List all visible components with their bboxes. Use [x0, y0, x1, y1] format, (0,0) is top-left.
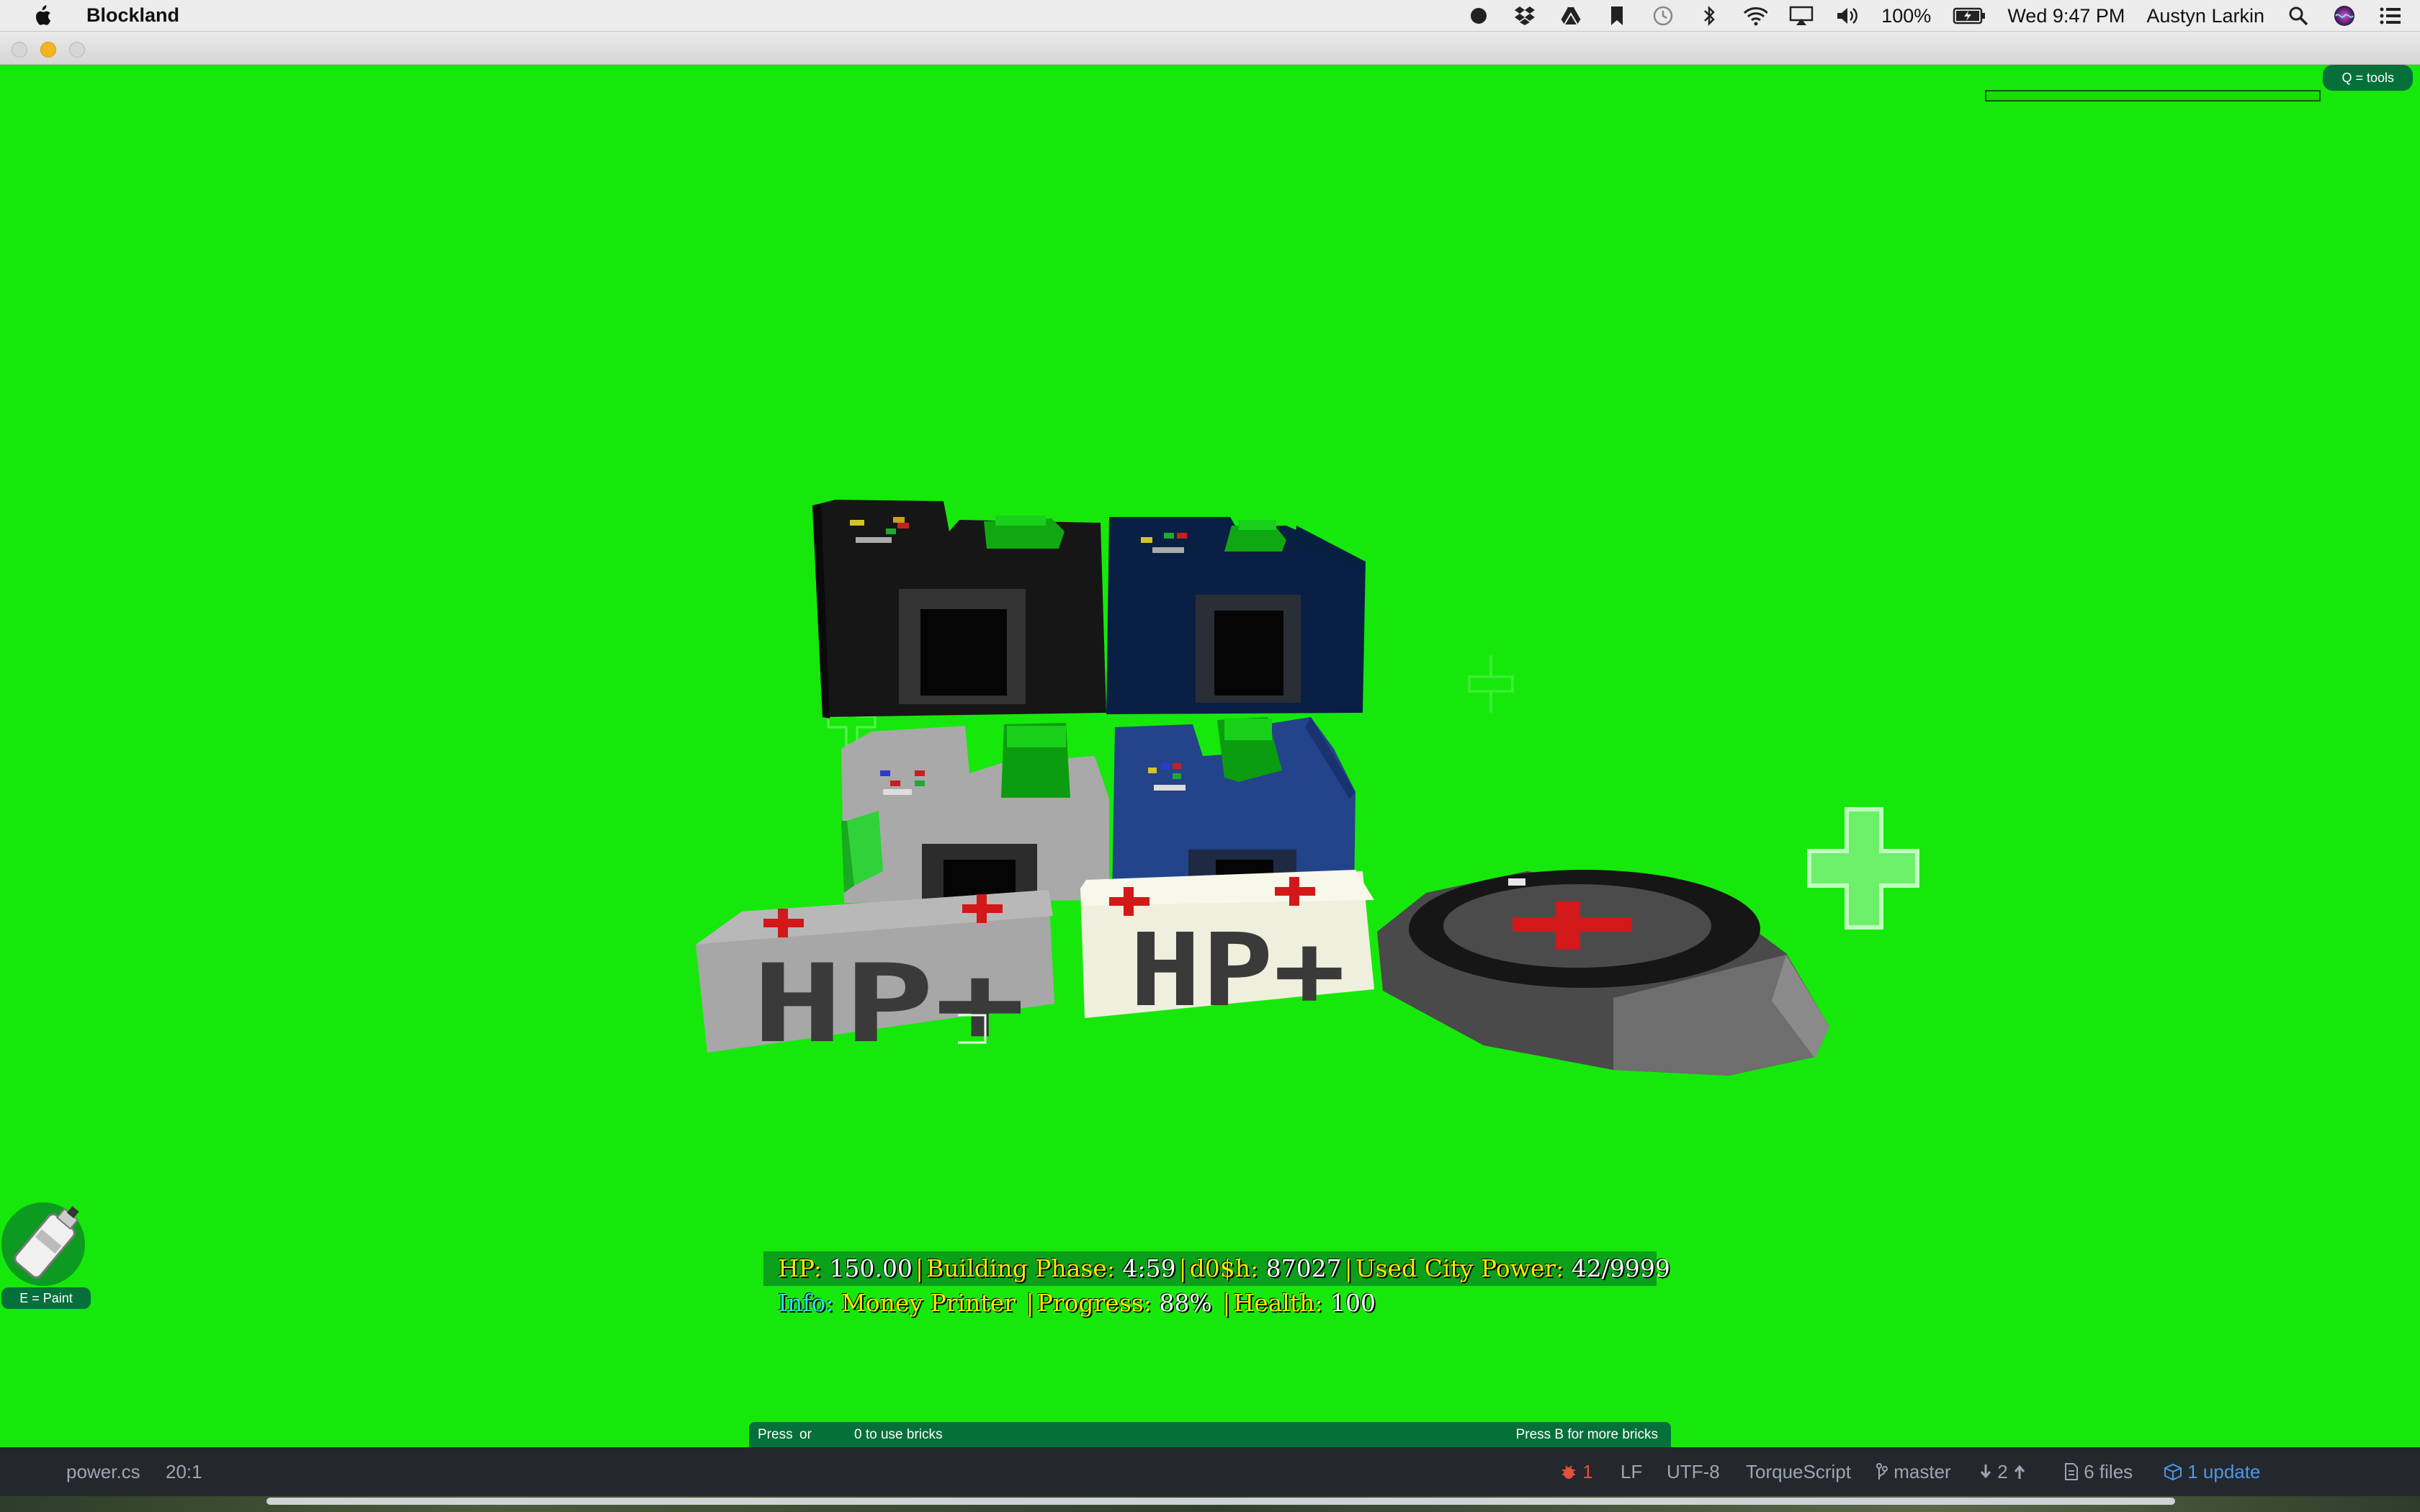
status-updates-label: 1 update [2187, 1461, 2261, 1482]
time-machine-icon[interactable] [1651, 4, 1675, 28]
package-icon [2164, 1463, 2182, 1481]
hud-hp-value: 150.00 [829, 1254, 913, 1282]
siri-icon[interactable] [2332, 4, 2357, 28]
ghost-plus-icon [1468, 655, 1514, 713]
spotlight-icon[interactable] [2286, 4, 2311, 28]
minimize-window-button[interactable] [40, 42, 56, 58]
game-viewport[interactable]: Q = tools HP+ HP+ E = Paint HP: 150.00 |… [0, 65, 2420, 1447]
hud-power-value: 42/9999 [1571, 1254, 1670, 1282]
hud-power-label: Used City Power: [1355, 1254, 1564, 1282]
silver-money-printer [841, 723, 1109, 903]
status-files-count: 6 files [2084, 1461, 2133, 1482]
navy-money-printer [1106, 517, 1366, 714]
status-issues[interactable]: 1 [1560, 1461, 1593, 1483]
hp-box-grey-label: HP+ [752, 942, 1026, 1067]
editor-status-bar: power.cs 20:1 1 LF UTF-8 TorqueScript ma… [0, 1447, 2420, 1496]
hud-info-label: Info: [778, 1289, 834, 1317]
git-branch-icon [1876, 1463, 1888, 1480]
status-updates[interactable]: 1 update [2164, 1461, 2260, 1483]
notification-center-icon[interactable] [2378, 4, 2403, 28]
paint-can-icon[interactable] [0, 1194, 92, 1302]
menu-user[interactable]: Austyn Larkin [2146, 5, 2264, 27]
health-pad [1377, 870, 1829, 1076]
hud-hp-label: HP: [778, 1254, 822, 1282]
file-icon [2065, 1463, 2078, 1480]
game-scene: HP+ HP+ [696, 500, 1919, 1076]
drive-icon[interactable] [1559, 4, 1583, 28]
record-icon[interactable] [1466, 4, 1491, 28]
brick-bar-press: Press [758, 1427, 793, 1442]
status-issue-count: 1 [1582, 1461, 1593, 1482]
volume-icon[interactable] [1835, 4, 1860, 28]
status-branch-name: master [1894, 1461, 1951, 1482]
apple-menu-icon[interactable] [26, 0, 58, 32]
arrow-up-icon [2014, 1464, 2025, 1479]
hud-info-line: Info: Money Printer | Progress: 88% | Heal… [778, 1289, 1376, 1317]
hud-phase-value: 4:59 [1122, 1254, 1176, 1282]
black-money-printer [812, 500, 1106, 719]
hp-box-cream: HP+ [1080, 870, 1374, 1030]
hud-money-value: 87027 [1265, 1254, 1342, 1282]
status-files[interactable]: 6 files [2064, 1461, 2133, 1483]
battery-icon[interactable] [1953, 4, 1986, 28]
menu-bar: Blockland 100% Wed 9:47 PM Austyn Larkin [0, 0, 2420, 32]
horizontal-scrollbar[interactable] [266, 1498, 2175, 1505]
menu-clock[interactable]: Wed 9:47 PM [2007, 5, 2125, 27]
brick-bar-more: Press B for more bricks [1515, 1427, 1658, 1442]
hud-phase-label: Building Phase: [926, 1254, 1115, 1282]
status-encoding[interactable]: UTF-8 [1667, 1461, 1720, 1483]
bug-icon [1562, 1465, 1575, 1479]
wifi-icon[interactable] [1743, 4, 1768, 28]
status-sync[interactable]: 2 [1979, 1461, 2026, 1483]
hp-box-cream-label: HP+ [1129, 912, 1345, 1030]
app-name[interactable]: Blockland [86, 4, 179, 27]
brick-hint-bar: Press or 0 to use bricks Press B for mor… [749, 1422, 1671, 1447]
hud-progress-value: 88% [1159, 1289, 1212, 1317]
hp-box-grey: HP+ [696, 890, 1054, 1067]
hud-stats-line: HP: 150.00 | Building Phase: 4:59 | d0$h: 87… [763, 1251, 1670, 1286]
status-line-ending[interactable]: LF [1621, 1461, 1642, 1483]
hud-info-value: Money Printer [841, 1289, 1016, 1317]
game-hud: HP: 150.00 | Building Phase: 4:59 | d0$h: 87… [763, 1251, 1670, 1320]
brick-bar-use: 0 to use bricks [854, 1427, 943, 1442]
hud-health-value: 100 [1330, 1289, 1376, 1317]
hud-health-label: Health: [1233, 1289, 1323, 1317]
zoom-window-button[interactable] [69, 42, 85, 58]
bookmark-icon[interactable] [1605, 4, 1629, 28]
health-plus-icon [1807, 807, 1919, 930]
status-cursor-position[interactable]: 20:1 [166, 1461, 202, 1483]
paint-hint-badge: E = Paint [1, 1287, 91, 1309]
status-branch[interactable]: master [1876, 1461, 1951, 1483]
brick-bar-or: or [799, 1427, 812, 1442]
status-file-name[interactable]: power.cs [66, 1461, 140, 1483]
hud-money-label: d0$h: [1189, 1254, 1259, 1282]
window-title-bar [0, 32, 2420, 65]
battery-percent[interactable]: 100% [1881, 5, 1931, 27]
dropbox-icon[interactable] [1512, 4, 1537, 28]
status-grammar[interactable]: TorqueScript [1746, 1461, 1851, 1483]
status-sync-count: 2 [1997, 1461, 2008, 1482]
hud-progress-label: Progress: [1036, 1289, 1152, 1317]
bluetooth-icon[interactable] [1697, 4, 1721, 28]
airplay-icon[interactable] [1789, 4, 1814, 28]
arrow-down-icon [1980, 1464, 1991, 1479]
close-window-button[interactable] [12, 42, 27, 58]
